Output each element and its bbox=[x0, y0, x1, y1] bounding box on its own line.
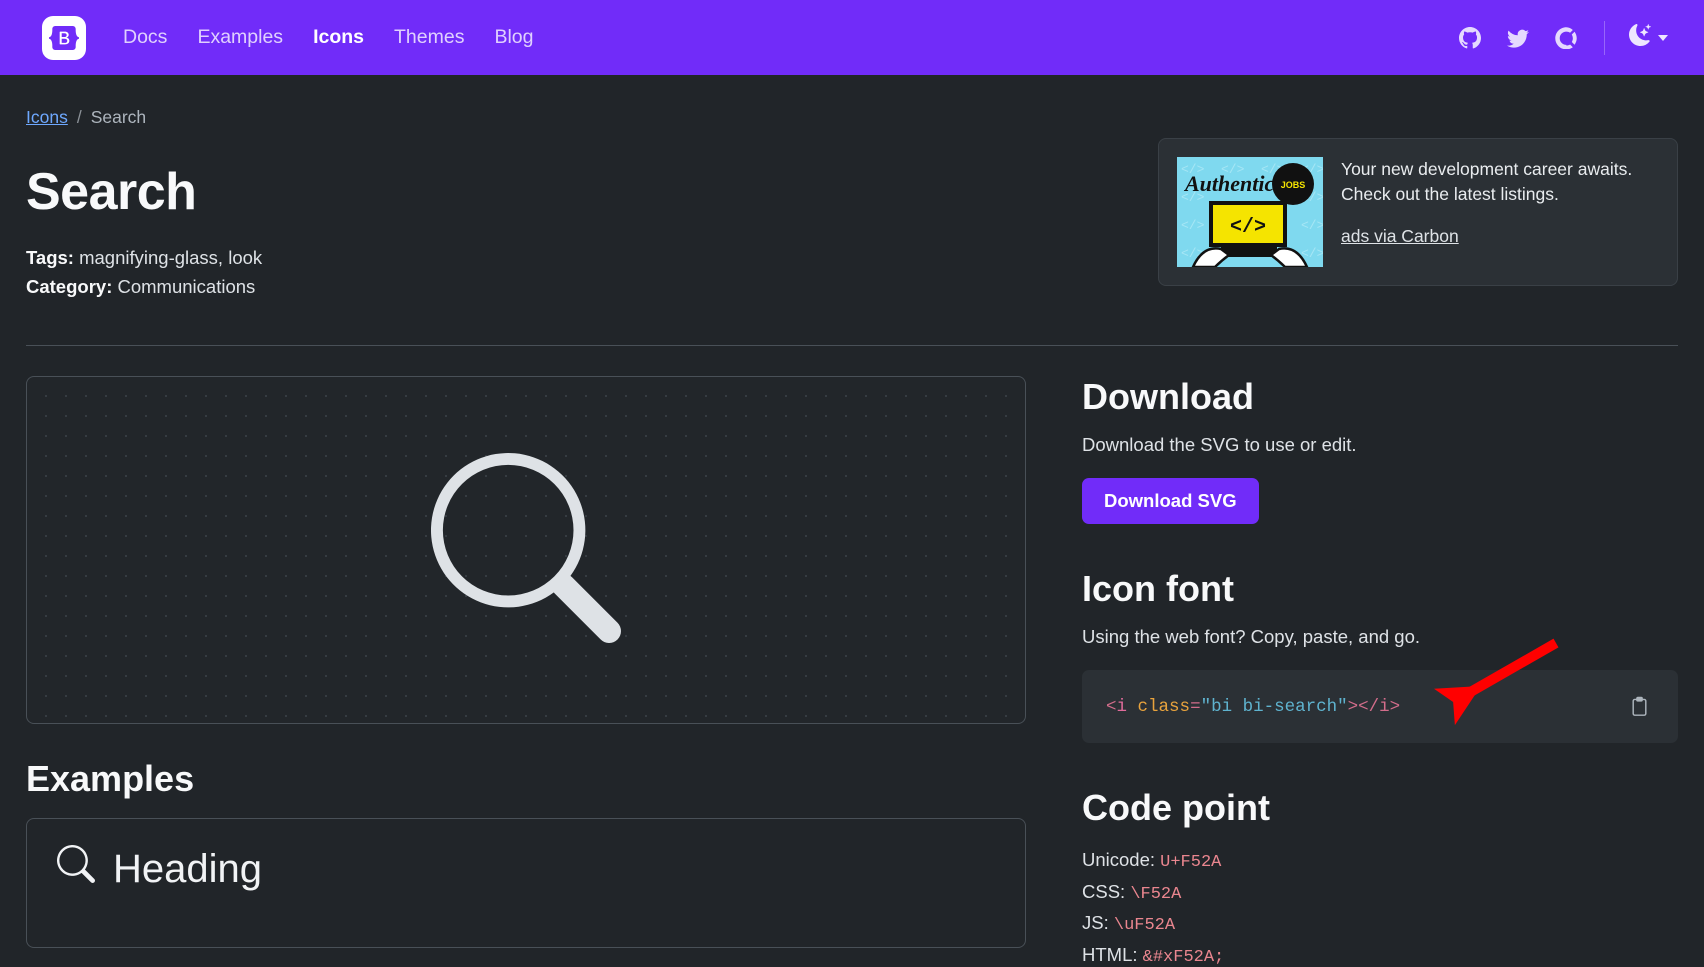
code-tag: i bbox=[1116, 696, 1128, 717]
download-description: Download the SVG to use or edit. bbox=[1082, 434, 1357, 456]
github-icon[interactable] bbox=[1446, 21, 1494, 55]
code-equals: = bbox=[1190, 696, 1201, 717]
nav-link-themes[interactable]: Themes bbox=[379, 20, 479, 55]
code-close-tag: </i> bbox=[1358, 696, 1401, 717]
search-icon bbox=[430, 452, 621, 648]
page-content: Icons / Search Search Tags: magnifying-g… bbox=[0, 75, 1704, 967]
left-column: Examples Heading bbox=[26, 376, 1026, 967]
breadcrumb-link-icons[interactable]: Icons bbox=[26, 107, 68, 128]
icon-font-code-snippet[interactable]: <i class="bi bi-search"></i> bbox=[1082, 670, 1678, 744]
examples-title: Examples bbox=[26, 758, 195, 800]
nav-link-docs[interactable]: Docs bbox=[108, 20, 182, 55]
breadcrumb-current: Search bbox=[90, 107, 147, 127]
right-column: Download Download the SVG to use or edit… bbox=[1082, 376, 1678, 967]
icon-metadata: Tags: magnifying-glass, look Category: C… bbox=[26, 244, 1158, 301]
ad-line-1: Your new development career awaits. bbox=[1341, 159, 1633, 179]
tags-label: Tags: bbox=[26, 247, 74, 268]
chevron-down-icon bbox=[1658, 34, 1668, 41]
code-attr: class bbox=[1137, 696, 1191, 717]
moon-stars-icon bbox=[1629, 24, 1651, 51]
code-point-title: Code point bbox=[1082, 787, 1270, 829]
category-row: Category: Communications bbox=[26, 273, 1158, 302]
tags-value: magnifying-glass, look bbox=[79, 247, 263, 268]
code-point-value: U+F52A bbox=[1160, 853, 1222, 873]
code-point-row-js: JS: \uF52A bbox=[1082, 908, 1678, 940]
breadcrumb-separator: / bbox=[76, 107, 82, 127]
ad-line-2: Check out the latest listings. bbox=[1341, 184, 1559, 205]
ad-via-carbon-link[interactable]: ads via Carbon bbox=[1341, 226, 1459, 247]
download-svg-button[interactable]: Download SVG bbox=[1082, 478, 1259, 525]
search-icon bbox=[56, 845, 95, 893]
code-point-value: \uF52A bbox=[1113, 916, 1176, 936]
icon-font-title: Icon font bbox=[1082, 568, 1234, 610]
code-point-list: Unicode: U+F52A CSS: \F52A JS: \uF52A HT… bbox=[1082, 845, 1678, 967]
example-heading: Heading bbox=[56, 845, 995, 893]
code-point-value: &#xF52A; bbox=[1142, 947, 1225, 967]
download-title: Download bbox=[1082, 376, 1254, 418]
code-point-label: JS: bbox=[1082, 912, 1109, 934]
bootstrap-logo-icon[interactable] bbox=[42, 15, 86, 60]
code-point-row-css: CSS: \F52A bbox=[1082, 877, 1678, 909]
main-navbar: Docs Examples Icons Themes Blog bbox=[0, 0, 1704, 75]
twitter-icon[interactable] bbox=[1494, 21, 1542, 55]
open-collective-icon[interactable] bbox=[1542, 21, 1590, 55]
ad-text: Your new development career awaits. Chec… bbox=[1341, 157, 1632, 208]
navbar-links: Docs Examples Icons Themes Blog bbox=[108, 20, 548, 55]
svg-text:</>: </> bbox=[1230, 216, 1266, 239]
example-card: Heading bbox=[26, 818, 1026, 949]
category-value: Communications bbox=[117, 275, 256, 297]
theme-toggle-button[interactable] bbox=[1619, 18, 1678, 57]
svg-text:</>: </> bbox=[1301, 246, 1323, 261]
icon-preview-box bbox=[26, 376, 1026, 725]
nav-link-examples[interactable]: Examples bbox=[182, 20, 298, 55]
breadcrumb: Icons / Search bbox=[26, 75, 1678, 128]
code-point-label: HTML: bbox=[1082, 943, 1138, 965]
example-heading-text: Heading bbox=[113, 846, 263, 891]
code-point-value: \F52A bbox=[1130, 884, 1182, 904]
page-wrapper: Docs Examples Icons Themes Blog Icons / … bbox=[0, 0, 1704, 967]
tags-row: Tags: magnifying-glass, look bbox=[26, 244, 1158, 273]
clipboard-icon[interactable] bbox=[1625, 692, 1654, 721]
svg-text:JOBS: JOBS bbox=[1281, 180, 1306, 190]
code-point-row-unicode: Unicode: U+F52A bbox=[1082, 845, 1678, 877]
category-label: Category: bbox=[26, 275, 113, 297]
code-point-label: Unicode: bbox=[1082, 849, 1156, 871]
icon-font-description: Using the web font? Copy, paste, and go. bbox=[1082, 626, 1421, 648]
carbon-ad[interactable]: </> </> </> </> </> </> </> </> </> </> Authe… bbox=[1158, 138, 1678, 286]
page-title: Search bbox=[26, 163, 197, 221]
code-point-row-html: HTML: &#xF52A; bbox=[1082, 940, 1678, 967]
ad-image[interactable]: </> </> </> </> </> </> </> </> </> </> Authe… bbox=[1177, 157, 1323, 267]
navbar-right-group bbox=[1446, 18, 1678, 57]
code-value: "bi bi-search" bbox=[1200, 696, 1348, 717]
svg-text:Authentic: Authentic bbox=[1183, 171, 1274, 196]
code-point-label: CSS: bbox=[1082, 880, 1126, 902]
svg-text:</>: </> bbox=[1301, 218, 1323, 233]
nav-link-blog[interactable]: Blog bbox=[479, 20, 548, 55]
main-grid: Examples Heading Download Download the S… bbox=[26, 346, 1678, 967]
code-close-angle: > bbox=[1347, 696, 1359, 717]
code-open-angle: < bbox=[1106, 696, 1117, 717]
svg-text:</>: </> bbox=[1181, 218, 1205, 233]
nav-link-icons[interactable]: Icons bbox=[298, 20, 379, 55]
code-snippet-text: <i class="bi bi-search"></i> bbox=[1106, 697, 1613, 717]
navbar-divider bbox=[1604, 20, 1605, 55]
